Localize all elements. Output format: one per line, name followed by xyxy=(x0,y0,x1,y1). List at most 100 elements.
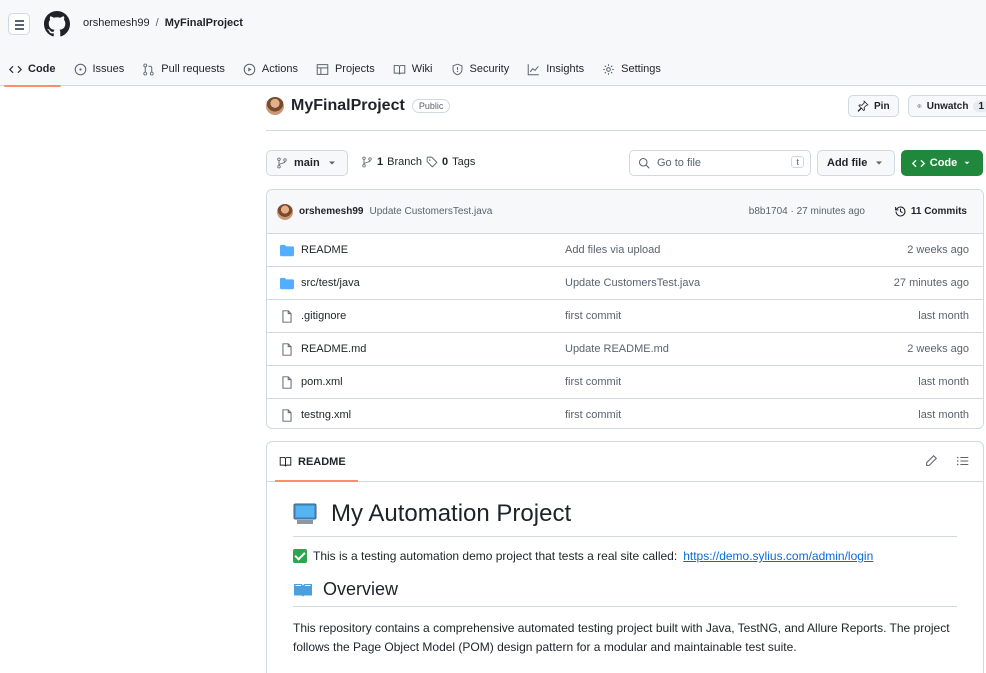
tags-label: Tags xyxy=(452,156,476,168)
file-icon xyxy=(282,409,292,422)
readme-panel: README My Automation Project This is a t… xyxy=(266,441,984,673)
github-logo-icon[interactable] xyxy=(44,11,70,37)
tab-settings[interactable]: Settings xyxy=(593,52,670,86)
file-table: orshemesh99 Update CustomersTest.java b8… xyxy=(266,189,984,429)
latest-commit-row: orshemesh99 Update CustomersTest.java b8… xyxy=(267,190,983,234)
file-commit-message[interactable]: Update README.md xyxy=(565,343,669,355)
menu-button[interactable] xyxy=(8,13,30,35)
file-commit-message[interactable]: first commit xyxy=(565,376,621,388)
tab-label: Pull requests xyxy=(161,63,225,75)
tab-label: Insights xyxy=(546,63,585,75)
tab-code[interactable]: Code xyxy=(0,52,65,87)
go-to-file-placeholder: Go to file xyxy=(657,157,702,169)
visibility-badge: Public xyxy=(411,99,451,113)
add-file-button[interactable]: Add file xyxy=(817,150,896,176)
readme-title: My Automation Project xyxy=(293,500,957,537)
readme-tab-label: README xyxy=(298,455,346,468)
file-row[interactable]: README.md Update README.md 2 weeks ago xyxy=(267,333,983,366)
table-icon xyxy=(316,63,329,75)
file-row[interactable]: src/test/java Update CustomersTest.java 27… xyxy=(267,267,983,300)
tab-label: Wiki xyxy=(411,63,433,75)
open-book-icon xyxy=(294,583,312,597)
tab-security[interactable]: Security xyxy=(442,52,519,86)
repo-header: MyFinalProject Public Pin Unwatch 1 xyxy=(266,93,986,131)
tab-label: Projects xyxy=(334,63,375,75)
shortcut-key: t xyxy=(791,156,804,168)
commit-message[interactable]: Update CustomersTest.java xyxy=(369,206,492,217)
readme-intro-link[interactable]: https://demo.sylius.com/admin/login xyxy=(683,549,873,563)
tab-issues[interactable]: Issues xyxy=(65,52,134,86)
tab-projects[interactable]: Projects xyxy=(307,52,384,86)
eye-icon xyxy=(917,104,922,108)
file-name[interactable]: README.md xyxy=(301,343,366,355)
branches-count: 1 xyxy=(377,156,384,168)
file-commit-message[interactable]: Update CustomersTest.java xyxy=(565,277,700,289)
branches-link[interactable]: 1 Branch xyxy=(361,156,422,168)
chevron-down-icon xyxy=(964,161,970,165)
pencil-icon[interactable] xyxy=(924,454,938,468)
add-file-label: Add file xyxy=(827,157,868,169)
repo-name[interactable]: MyFinalProject xyxy=(291,97,405,115)
commit-meta[interactable]: b8b1704 · 27 minutes ago xyxy=(749,206,865,217)
folder-icon xyxy=(280,277,294,290)
readme-intro-text: This is a testing automation demo projec… xyxy=(313,549,678,563)
file-date: 2 weeks ago xyxy=(907,343,969,355)
branch-icon xyxy=(362,156,372,168)
file-name[interactable]: .gitignore xyxy=(301,310,346,322)
commits-label: 11 Commits xyxy=(910,206,967,217)
breadcrumb-owner[interactable]: orshemesh99 xyxy=(83,17,150,29)
gear-icon xyxy=(603,63,614,75)
tab-wiki[interactable]: Wiki xyxy=(384,52,442,86)
commit-author[interactable]: orshemesh99 xyxy=(299,206,363,217)
tab-actions[interactable]: Actions xyxy=(234,52,307,86)
unwatch-count: 1 xyxy=(973,100,986,112)
code-icon xyxy=(9,65,22,73)
file-commit-message[interactable]: Add files via upload xyxy=(565,244,660,256)
file-commit-message[interactable]: first commit xyxy=(565,310,621,322)
check-mark-icon xyxy=(293,549,307,563)
branch-bar: main 1 Branch 0 Tags Go to file t Add fi… xyxy=(266,150,986,176)
code-button[interactable]: Code xyxy=(901,150,983,176)
file-date: 27 minutes ago xyxy=(893,277,969,289)
issue-icon xyxy=(74,63,86,75)
file-name[interactable]: pom.xml xyxy=(301,376,343,388)
file-name[interactable]: src/test/java xyxy=(301,277,360,289)
file-row[interactable]: .gitignore first commit last month xyxy=(267,300,983,333)
readme-header: README xyxy=(267,442,983,482)
book-icon xyxy=(279,456,292,467)
tab-readme[interactable]: README xyxy=(275,455,358,482)
file-row[interactable]: testng.xml first commit last month xyxy=(267,399,983,428)
search-icon xyxy=(638,157,650,169)
unwatch-button[interactable]: Unwatch 1 xyxy=(908,95,986,117)
file-commit-message[interactable]: first commit xyxy=(565,409,621,421)
tags-link[interactable]: 0 Tags xyxy=(426,156,475,168)
commits-link[interactable]: 11 Commits xyxy=(894,205,967,218)
repo-nav-tabs: Code Issues Pull requests Actions Projec… xyxy=(0,52,670,87)
tab-insights[interactable]: Insights xyxy=(518,52,593,86)
breadcrumb-repo[interactable]: MyFinalProject xyxy=(165,17,243,29)
chevron-down-icon xyxy=(328,161,335,165)
outline-list-icon[interactable] xyxy=(956,454,970,468)
chevron-down-icon xyxy=(876,161,883,165)
tab-label: Actions xyxy=(261,63,298,75)
file-name[interactable]: testng.xml xyxy=(301,409,351,421)
history-icon xyxy=(894,206,906,217)
branch-selector[interactable]: main xyxy=(266,150,348,176)
file-icon xyxy=(282,343,292,356)
file-name[interactable]: README xyxy=(301,244,348,256)
code-icon xyxy=(911,159,925,167)
avatar xyxy=(266,97,284,115)
pin-button[interactable]: Pin xyxy=(848,95,899,117)
repo-title: MyFinalProject Public xyxy=(266,97,451,115)
file-row[interactable]: README Add files via upload 2 weeks ago xyxy=(267,234,983,267)
book-icon xyxy=(393,64,405,74)
file-date: last month xyxy=(918,376,969,388)
pull-request-icon xyxy=(143,63,154,75)
pin-icon xyxy=(857,100,869,112)
file-row[interactable]: pom.xml first commit last month xyxy=(267,366,983,399)
overview-heading: Overview xyxy=(293,579,957,607)
go-to-file-input[interactable]: Go to file t xyxy=(629,150,811,176)
pin-label: Pin xyxy=(874,100,890,112)
tab-pull-requests[interactable]: Pull requests xyxy=(133,52,234,86)
file-icon xyxy=(282,376,292,389)
